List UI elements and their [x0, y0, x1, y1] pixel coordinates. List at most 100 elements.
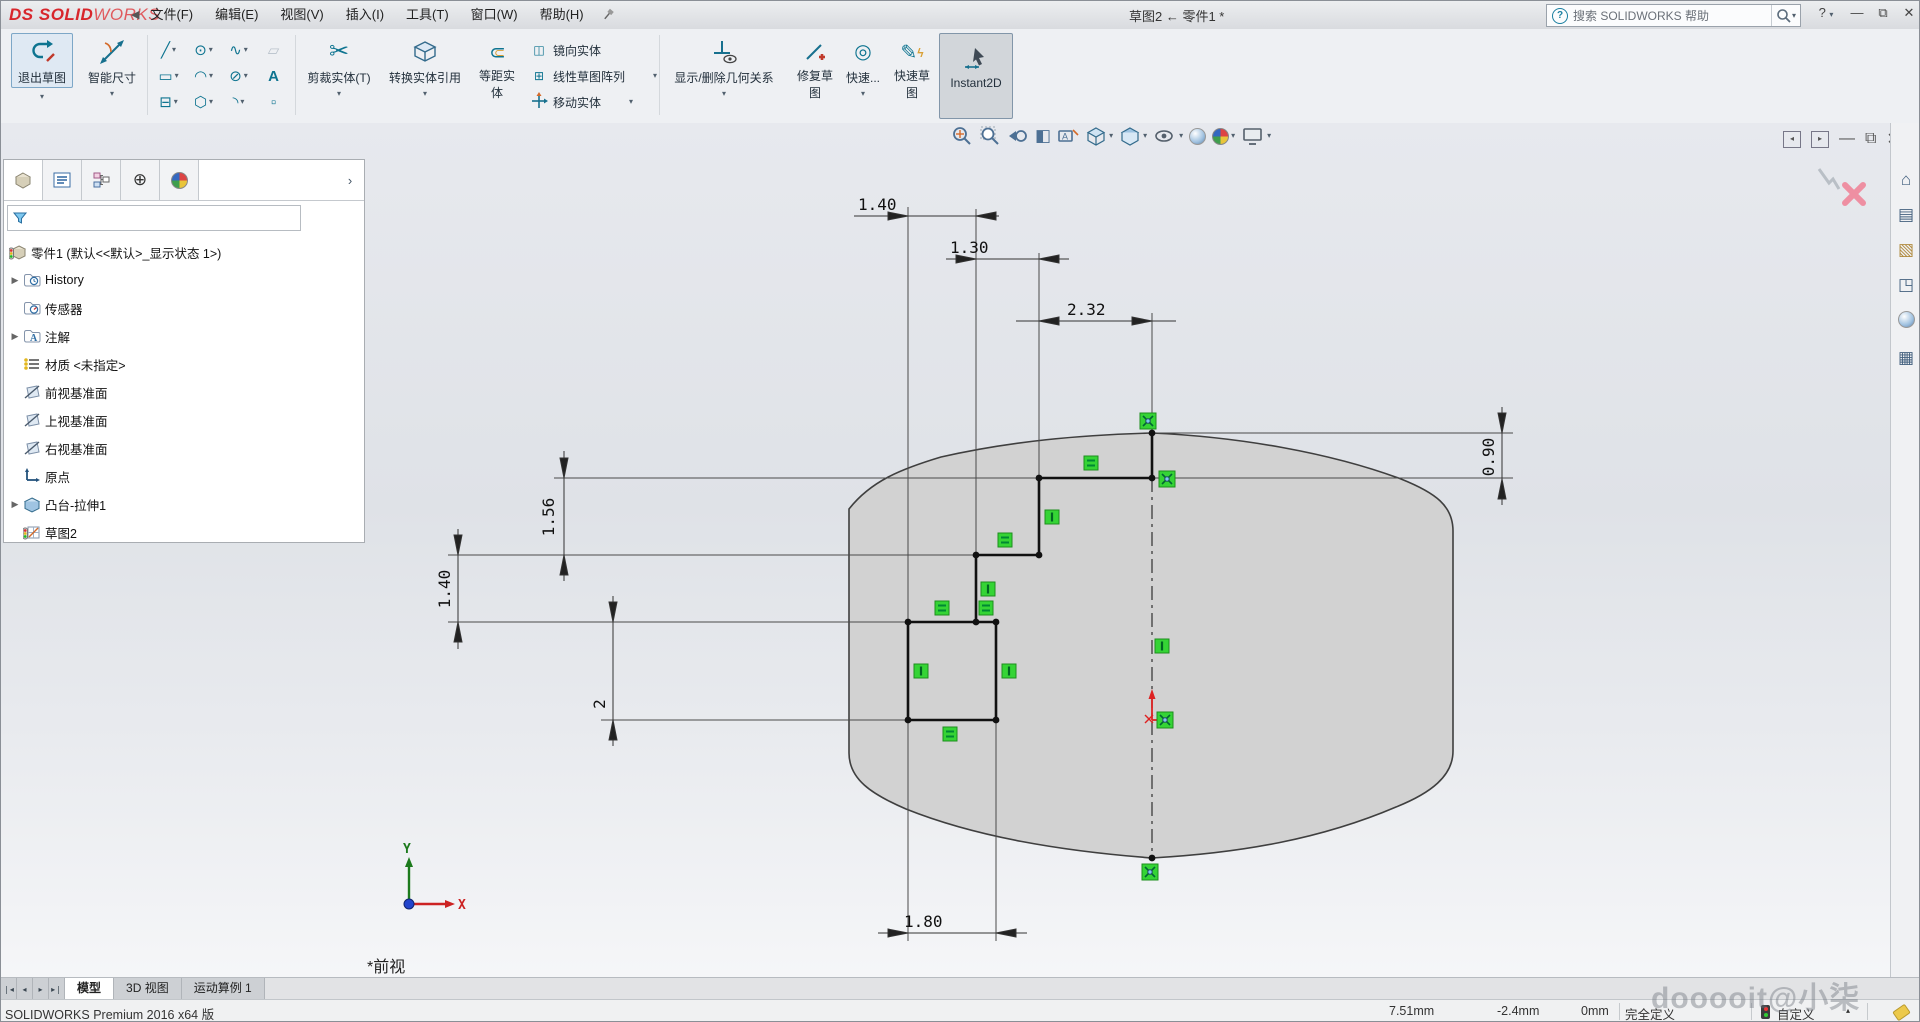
- spline-tool[interactable]: ∿ ▾: [221, 37, 256, 63]
- collapse-left-pane-icon[interactable]: ◂: [1783, 130, 1801, 148]
- display-style-icon[interactable]: ▾: [1119, 125, 1147, 147]
- tree-item-right-plane[interactable]: 右视基准面: [22, 436, 108, 460]
- text-tool[interactable]: A: [256, 63, 291, 89]
- part-silhouette[interactable]: [848, 432, 1454, 859]
- file-explorer-icon[interactable]: ▧: [1898, 241, 1914, 259]
- panel-expand-icon[interactable]: ›: [336, 160, 364, 200]
- convert-entities-button[interactable]: 转换实体引用 ▾: [381, 35, 469, 98]
- dimension-text[interactable]: 1.80: [904, 912, 943, 931]
- dimension-text[interactable]: 1.40: [858, 195, 897, 214]
- expand-arrow-icon[interactable]: ▶: [8, 331, 22, 342]
- hide-show-items-icon[interactable]: ▾: [1153, 125, 1183, 147]
- quick-snaps-caret-icon[interactable]: ▾: [861, 90, 865, 98]
- ellipse-tool[interactable]: ⊘ ▾: [221, 63, 256, 89]
- previous-view-icon[interactable]: [1007, 125, 1029, 147]
- menu-file[interactable]: 文件(F): [139, 1, 204, 28]
- zoom-area-icon[interactable]: [979, 125, 1001, 147]
- pin-icon[interactable]: [601, 8, 615, 22]
- linear-pattern-button[interactable]: ⊞ 线性草图阵列 ▾: [529, 63, 657, 89]
- design-library-icon[interactable]: ▤: [1898, 206, 1914, 224]
- tree-filter[interactable]: [7, 205, 301, 231]
- move-entities-button[interactable]: 移动实体 ▾: [529, 89, 657, 115]
- smart-dimension-button[interactable]: 智能尺寸 ▾: [81, 35, 143, 98]
- view-settings-icon[interactable]: ▾: [1241, 125, 1271, 147]
- custom-properties-icon[interactable]: ▦: [1898, 349, 1914, 367]
- tree-root-part[interactable]: 零件1 (默认<<默认>_显示状态 1>): [8, 240, 221, 264]
- tree-item-origin[interactable]: 原点: [22, 464, 70, 488]
- 3d-views-tab[interactable]: 3D 视图: [114, 978, 182, 1000]
- view-orientation-icon[interactable]: ▾: [1085, 125, 1113, 147]
- menu-help[interactable]: 帮助(H): [529, 1, 595, 28]
- app-minimize-button[interactable]: —: [1847, 5, 1867, 20]
- line-tool[interactable]: ╱ ▾: [151, 37, 186, 63]
- instant2d-button[interactable]: Instant2D: [939, 33, 1013, 119]
- expand-arrow-icon[interactable]: ▶: [8, 275, 22, 286]
- annotation-view-icon[interactable]: A: [1057, 125, 1079, 147]
- tree-item-annotations[interactable]: ▶ A 注解: [8, 324, 70, 348]
- arc-tool[interactable]: ◠ ▾: [186, 63, 221, 89]
- quick-snaps-button[interactable]: ◎ 快速... ▾: [841, 35, 885, 98]
- tree-item-boss-extrude[interactable]: ▶ 凸台-拉伸1: [8, 492, 106, 516]
- doc-minimize-button[interactable]: —: [1839, 130, 1855, 148]
- doc-restore-button[interactable]: ⧉: [1865, 130, 1876, 148]
- display-delete-relations-button[interactable]: 显示/删除几何关系 ▾: [665, 35, 783, 98]
- section-view-icon[interactable]: ◧: [1035, 126, 1051, 146]
- units-caret-icon[interactable]: ▴: [1846, 1006, 1850, 1015]
- home-icon[interactable]: ⌂: [1901, 171, 1911, 189]
- convert-caret-icon[interactable]: ▾: [423, 90, 427, 98]
- menu-insert[interactable]: 插入(I): [335, 1, 395, 28]
- zoom-fit-icon[interactable]: [951, 125, 973, 147]
- menu-tools[interactable]: 工具(T): [395, 1, 460, 28]
- fillet-tool[interactable]: ◝ ▾: [221, 89, 256, 115]
- rapid-sketch-button[interactable]: ✎ ϟ 快速草图: [887, 39, 937, 101]
- view-palette-icon[interactable]: ◳: [1898, 276, 1914, 294]
- tree-item-sketch2[interactable]: 草图2: [22, 520, 77, 544]
- tab-scroll-left-icon[interactable]: ◂: [17, 978, 33, 1000]
- search-button[interactable]: ▾: [1770, 5, 1800, 26]
- model-tab[interactable]: 模型: [65, 978, 115, 1000]
- apply-scene-icon[interactable]: ▾: [1212, 127, 1235, 145]
- menu-window[interactable]: 窗口(W): [460, 1, 529, 28]
- dimension-text[interactable]: 0.90: [1479, 438, 1498, 477]
- tag-icon[interactable]: [1892, 1003, 1911, 1021]
- move-caret-icon[interactable]: ▾: [629, 98, 633, 106]
- smart-dimension-caret-icon[interactable]: ▾: [110, 90, 114, 98]
- relations-caret-icon[interactable]: ▾: [722, 90, 726, 98]
- linear-pattern-caret-icon[interactable]: ▾: [653, 72, 657, 80]
- repair-sketch-button[interactable]: 修复草图: [789, 39, 841, 101]
- menu-edit[interactable]: 编辑(E): [204, 1, 269, 28]
- menu-collapse-icon[interactable]: ◀: [131, 8, 139, 21]
- tree-item-front-plane[interactable]: 前视基准面: [22, 380, 108, 404]
- appearances-icon[interactable]: [1897, 311, 1915, 332]
- app-close-button[interactable]: ✕: [1899, 5, 1919, 21]
- trim-entities-button[interactable]: ✂ 剪裁实体(T) ▾: [301, 35, 377, 98]
- tree-item-top-plane[interactable]: 上视基准面: [22, 408, 108, 432]
- dimension-text[interactable]: 1.40: [435, 570, 454, 609]
- dimension-text[interactable]: 1.56: [539, 498, 558, 537]
- exit-sketch-caret-icon[interactable]: ▾: [40, 93, 44, 101]
- polygon-tool[interactable]: ⬡ ▾: [186, 89, 221, 115]
- slot-tool[interactable]: ⊟ ▾: [151, 89, 186, 115]
- help-search[interactable]: ? 搜索 SOLIDWORKS 帮助 ▾: [1546, 4, 1801, 27]
- circle-tool[interactable]: ⊙ ▾: [186, 37, 221, 63]
- tab-scroll-last-icon[interactable]: ▸❘: [49, 978, 65, 1000]
- tab-scroll-right-icon[interactable]: ▸: [33, 978, 49, 1000]
- search-input[interactable]: 搜索 SOLIDWORKS 帮助: [1573, 7, 1771, 24]
- tree-item-history[interactable]: ▶ History: [8, 268, 84, 292]
- expand-right-pane-icon[interactable]: ▸: [1811, 130, 1829, 148]
- plane-tool[interactable]: ▱: [256, 37, 291, 63]
- trim-caret-icon[interactable]: ▾: [337, 90, 341, 98]
- exit-sketch-button[interactable]: 退出草图 ▾: [9, 33, 75, 101]
- expand-arrow-icon[interactable]: ▶: [8, 499, 22, 510]
- tree-item-sensors[interactable]: 传感器: [22, 296, 83, 320]
- mirror-entities-button[interactable]: ◫ 镜向实体: [529, 37, 657, 63]
- tab-scroll-first-icon[interactable]: ❘◂: [1, 978, 17, 1000]
- offset-entities-button[interactable]: ⊂ ⊂ 等距实体: [471, 39, 523, 101]
- rectangle-tool[interactable]: ▭ ▾: [151, 63, 186, 89]
- configuration-manager-tab[interactable]: [82, 160, 121, 200]
- tree-item-material[interactable]: 材质 <未指定>: [22, 352, 126, 376]
- dimension-text[interactable]: 2.32: [1067, 300, 1106, 319]
- display-manager-tab[interactable]: [160, 160, 199, 200]
- app-restore-button[interactable]: ⧉: [1873, 5, 1893, 21]
- menu-view[interactable]: 视图(V): [269, 1, 334, 28]
